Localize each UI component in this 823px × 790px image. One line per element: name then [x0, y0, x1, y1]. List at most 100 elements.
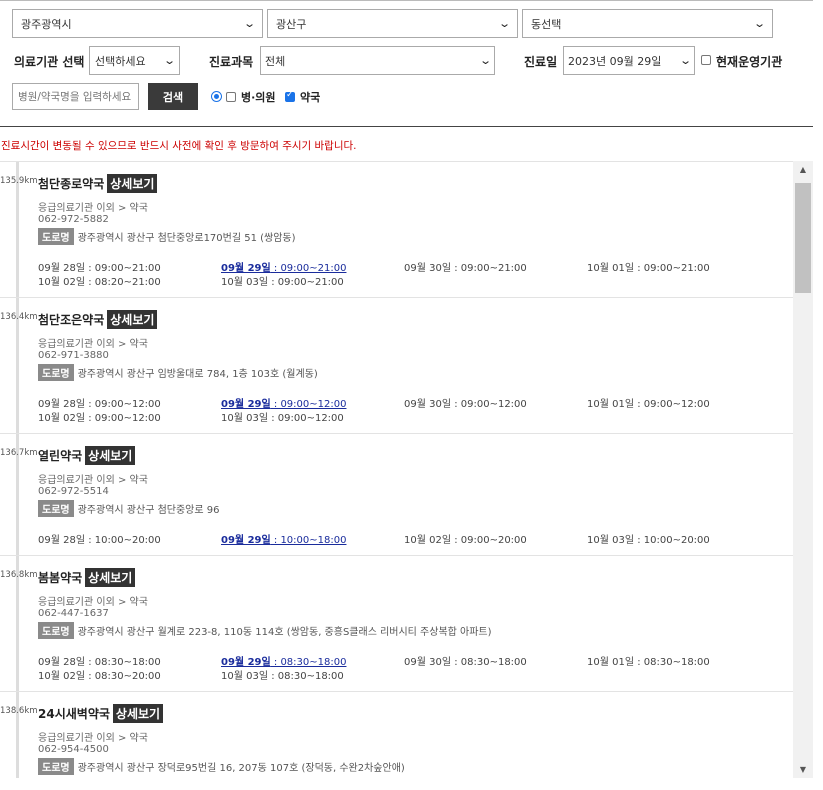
- open-now-checkbox[interactable]: [701, 55, 711, 65]
- chevron-down-icon: ⌄: [242, 17, 256, 30]
- category-text: 응급의료기관 이외 > 약국: [38, 203, 148, 214]
- hours-time: : 10:00~20:00: [85, 535, 161, 546]
- address-row: 도로명 광주광역시 광산구 임방울대로 784, 1층 103호 (월계동): [38, 364, 318, 381]
- region-select[interactable]: 광주광역시 ⌄: [12, 9, 263, 38]
- road-badge: 도로명: [38, 500, 74, 517]
- scroll-thumb[interactable]: [795, 183, 811, 293]
- pharmacy-label: 약국: [300, 91, 321, 104]
- chevron-down-icon: ⌄: [497, 17, 511, 30]
- date-select[interactable]: 2023년 09월 29일 ⌄: [563, 46, 695, 75]
- distance-label: 136.4km: [0, 312, 38, 322]
- road-badge: 도로명: [38, 758, 74, 775]
- hours-day: 10월 03일: [221, 277, 269, 288]
- hours-entry: 09월 30일 : 08:30~18:00: [404, 653, 527, 668]
- hours-time: : 08:30~20:00: [85, 671, 161, 682]
- hours-time: : 09:00~21:00: [451, 263, 527, 274]
- result-item: 136.4km 첨단조은약국 상세보기 응급의료기관 이외 > 약국 062-9…: [0, 298, 793, 434]
- today-hours[interactable]: 09월 29일 : 08:30~18:00: [221, 653, 346, 668]
- search-input[interactable]: [12, 83, 139, 110]
- hours-time: : 08:30~18:00: [268, 671, 344, 682]
- hours-day: 09월 30일: [404, 657, 452, 668]
- dong-select[interactable]: 동선택 ⌄: [522, 9, 773, 38]
- top-border: [0, 0, 813, 1]
- today-hours[interactable]: 09월 29일 : 10:00~18:00: [221, 531, 346, 546]
- chevron-down-icon: ⌄: [678, 54, 692, 67]
- detail-button[interactable]: 상세보기: [107, 174, 158, 193]
- institution-select[interactable]: 선택하세요 ⌄: [89, 46, 180, 75]
- hours-time: : 10:00~20:00: [634, 535, 710, 546]
- result-item: 135.9km 첨단종로약국 상세보기 응급의료기관 이외 > 약국 062-9…: [0, 162, 793, 298]
- scroll-up-icon[interactable]: ▲: [793, 161, 813, 178]
- pharmacy-name[interactable]: 열린약국: [38, 447, 82, 464]
- scrollbar[interactable]: ▲ ▼: [793, 161, 813, 778]
- distance-label: 136.7km: [0, 448, 38, 458]
- result-item: 138.6km 24시새벽약국 상세보기 응급의료기관 이외 > 약국 062-…: [0, 692, 793, 778]
- pharmacy-name[interactable]: 첨단종로약국: [38, 175, 104, 192]
- result-item: 136.8km 봄봄약국 상세보기 응급의료기관 이외 > 약국 062-447…: [0, 556, 793, 692]
- hours-entry: 10월 01일 : 08:30~18:00: [587, 653, 710, 668]
- result-title: 첨단조은약국 상세보기: [38, 310, 158, 329]
- hours-entry: 10월 01일 : 09:00~21:00: [587, 259, 710, 274]
- hours-day: 09월 30일: [404, 399, 452, 410]
- type-radio[interactable]: [211, 91, 222, 102]
- distance-label: 136.8km: [0, 570, 38, 580]
- hospital-checkbox[interactable]: [226, 92, 236, 102]
- hours-day: 10월 03일: [221, 413, 269, 424]
- today-hours[interactable]: 09월 29일 : 09:00~21:00: [221, 259, 346, 274]
- hours-time: : 08:20~21:00: [85, 277, 161, 288]
- pharmacy-name[interactable]: 봄봄약국: [38, 569, 82, 586]
- hours-day: 09월 30일: [404, 263, 452, 274]
- pharmacy-name[interactable]: 24시새벽약국: [38, 705, 110, 722]
- hours-time: : 08:30~18:00: [451, 657, 527, 668]
- result-list[interactable]: 135.9km 첨단종로약국 상세보기 응급의료기관 이외 > 약국 062-9…: [0, 161, 793, 778]
- detail-button[interactable]: 상세보기: [85, 446, 136, 465]
- hospital-label: 병·의원: [241, 91, 276, 104]
- category-text: 응급의료기관 이외 > 약국: [38, 733, 148, 744]
- hours-day: 10월 01일: [587, 263, 635, 274]
- hours-time: : 08:30~18:00: [634, 657, 710, 668]
- divider: [0, 126, 813, 127]
- district-select[interactable]: 광산구 ⌄: [267, 9, 518, 38]
- distance-label: 135.9km: [0, 176, 38, 186]
- hours-time: : 09:00~20:00: [451, 535, 527, 546]
- hours-time: : 10:00~18:00: [270, 535, 347, 546]
- road-badge: 도로명: [38, 228, 74, 245]
- today-hours[interactable]: 09월 29일 : 09:00~12:00: [221, 395, 346, 410]
- hours-day: 10월 03일: [587, 535, 635, 546]
- hours-entry: 10월 03일 : 09:00~12:00: [221, 409, 344, 424]
- phone-text: 062-954-4500: [38, 744, 109, 755]
- hours-entry: 10월 02일 : 09:00~12:00: [38, 409, 161, 424]
- hours-entry: 10월 03일 : 10:00~20:00: [587, 531, 710, 546]
- region-select-value: 광주광역시: [21, 17, 72, 31]
- hours-day: 10월 02일: [38, 671, 86, 682]
- date-select-value: 2023년 09월 29일: [568, 54, 662, 68]
- hours-day: 10월 01일: [587, 399, 635, 410]
- hours-entry: 09월 28일 : 10:00~20:00: [38, 531, 161, 546]
- search-button[interactable]: 검색: [148, 83, 198, 110]
- hours-day: 10월 02일: [38, 413, 86, 424]
- hours-day: 09월 28일: [38, 535, 86, 546]
- hours-entry: 09월 28일 : 08:30~18:00: [38, 653, 161, 668]
- detail-button[interactable]: 상세보기: [107, 310, 158, 329]
- hours-time: : 09:00~12:00: [85, 413, 161, 424]
- result-title: 봄봄약국 상세보기: [38, 568, 136, 587]
- detail-button[interactable]: 상세보기: [85, 568, 136, 587]
- hours-time: : 09:00~21:00: [268, 277, 344, 288]
- hours-entry: 09월 28일 : 09:00~21:00: [38, 259, 161, 274]
- result-title: 첨단종로약국 상세보기: [38, 174, 158, 193]
- result-rail: [16, 692, 19, 778]
- category-text: 응급의료기관 이외 > 약국: [38, 475, 148, 486]
- dong-select-value: 동선택: [531, 17, 562, 31]
- hours-entry: 10월 02일 : 08:20~21:00: [38, 273, 161, 288]
- result-title: 24시새벽약국 상세보기: [38, 704, 164, 723]
- detail-button[interactable]: 상세보기: [112, 704, 164, 723]
- phone-text: 062-971-3880: [38, 350, 109, 361]
- pharmacy-name[interactable]: 첨단조은약국: [38, 311, 104, 328]
- phone-text: 062-972-5514: [38, 486, 109, 497]
- open-now-label: 현재운영기관: [716, 55, 783, 69]
- chevron-down-icon: ⌄: [752, 17, 766, 30]
- scroll-down-icon[interactable]: ▼: [793, 761, 813, 778]
- hours-entry: 10월 03일 : 09:00~21:00: [221, 273, 344, 288]
- department-select[interactable]: 전체 ⌄: [260, 46, 495, 75]
- pharmacy-checkbox[interactable]: [285, 90, 295, 102]
